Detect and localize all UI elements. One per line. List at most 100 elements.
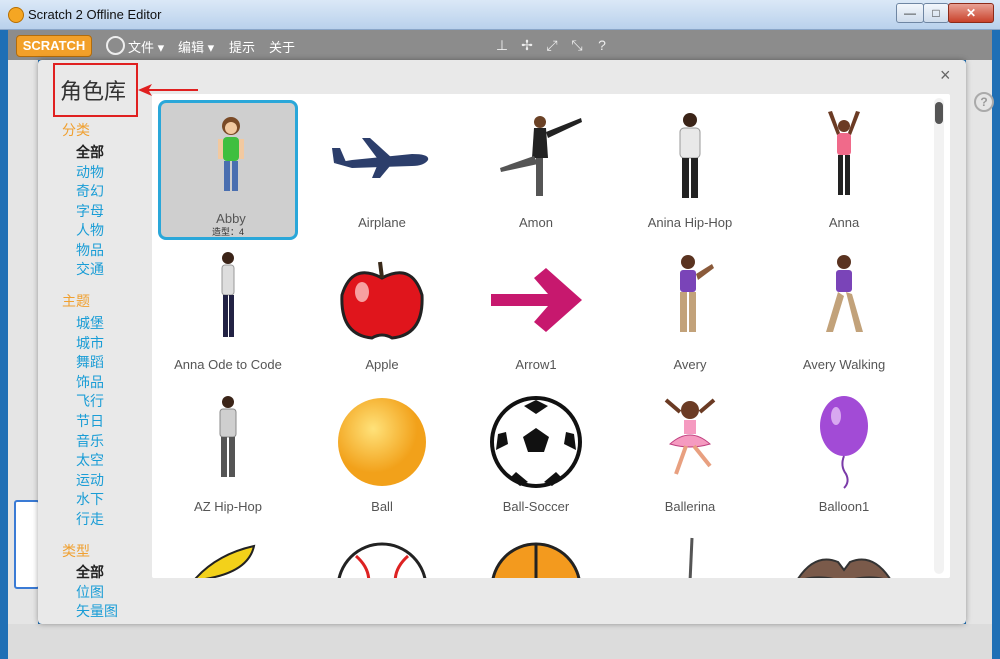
minimize-button[interactable]: — [896,3,924,23]
type-all[interactable]: 全部 [76,562,104,582]
sprite-name: Airplane [358,215,406,230]
sprite-tile-abby[interactable]: Abby 造型：4 [158,100,298,240]
menu-about[interactable]: 关于 [269,37,295,56]
sprite-name: Amon [519,215,553,230]
sprite-name: Ball-Soccer [502,499,570,514]
category-heading: 分类 [62,122,90,138]
sprite-tile-anna-ode-to-code[interactable]: Anna Ode to Code [158,242,298,382]
apple-sprite-image [340,261,424,340]
sprite-tile-airplane[interactable]: Airplane [312,100,452,240]
type-bitmap[interactable]: 位图 [76,582,104,602]
balloon-sprite-image [820,396,868,489]
costume-count: 造型：4 [211,227,244,237]
bananas-sprite-image [194,544,256,578]
close-window-button[interactable]: ✕ [948,3,994,23]
cut-icon[interactable]: ✢ [519,37,535,53]
grow-icon[interactable]: ⤢ [544,37,560,53]
type-vector[interactable]: 矢量图 [76,601,118,621]
scrollbar-thumb[interactable] [935,102,943,124]
sprite-name: Avery Walking [802,357,886,372]
grid-scrollbar[interactable] [934,98,944,574]
theme-dress-up[interactable]: 饰品 [76,372,104,392]
theme-space[interactable]: 太空 [76,450,104,470]
sprite-tile-az-hip-hop[interactable]: AZ Hip-Hop [158,384,298,524]
ballerina-sprite-image [664,398,716,475]
bat-stick-sprite-image [688,537,694,578]
dialog-title: 角色库 [60,79,127,104]
anna-sprite-image [828,111,860,195]
sprite-name: AZ Hip-Hop [194,499,262,514]
bat-sprite-image [797,558,891,578]
sprite-tile-ballerina[interactable]: Ballerina [620,384,760,524]
category-people[interactable]: 人物 [76,220,104,240]
category-all[interactable]: 全部 [76,142,104,162]
sprite-tile-baseball[interactable] [312,526,452,578]
anna-ode-sprite-image [221,252,235,337]
scratch-logo[interactable]: SCRATCH [16,35,92,57]
window-title: Scratch 2 Offline Editor [28,7,162,22]
sprite-thumbnail[interactable] [14,500,40,589]
az-hip-hop-sprite-image [219,396,237,477]
menu-file[interactable]: 文件 ▾ [128,37,164,56]
avery-walking-sprite-image [826,255,863,332]
sprite-name: Anna [828,215,860,230]
sprite-tile-bananas[interactable] [158,526,298,578]
ball-sprite-image [338,398,426,486]
help-icon[interactable]: ? [974,92,994,112]
scratch-menubar: SCRATCH 文件 ▾ 编辑 ▾ 提示 关于 ⊥ ✢ ⤢ ⤡ ? [8,30,992,60]
theme-walking[interactable]: 行走 [76,509,104,529]
theme-flying[interactable]: 飞行 [76,391,104,411]
category-transport[interactable]: 交通 [76,259,104,279]
sprite-name: Apple [365,357,399,372]
sprite-name: Balloon1 [818,499,870,514]
category-things[interactable]: 物品 [76,240,104,260]
globe-icon[interactable] [106,36,125,55]
editor-right-panel [966,60,992,659]
baseball-sprite-image [337,542,427,578]
sprite-tile-amon[interactable]: Amon [466,100,606,240]
category-fantasy[interactable]: 奇幻 [76,181,104,201]
theme-sports[interactable]: 运动 [76,470,104,490]
sprite-name: Anina Hip-Hop [647,215,733,230]
sprite-grid: Abby 造型：4 Airplane Amon Anina Hip-Hop An… [152,94,950,578]
theme-city[interactable]: 城市 [76,333,104,353]
editor-bottom-bar [8,624,992,659]
maximize-button[interactable]: □ [923,3,949,23]
shrink-icon[interactable]: ⤡ [569,37,585,53]
soccer-ball-sprite-image [490,396,582,488]
sprite-tile-ball-soccer[interactable]: Ball-Soccer [466,384,606,524]
arrow1-sprite-image [491,268,582,332]
airplane-sprite-image [332,138,429,178]
sprite-tile-anna[interactable]: Anna [774,100,914,240]
sprite-name: Abby [216,211,246,226]
help-tool-icon[interactable]: ? [594,37,610,53]
theme-music[interactable]: 音乐 [76,431,104,451]
menu-edit[interactable]: 编辑 ▾ [178,37,214,56]
avery-sprite-image [680,255,714,332]
sprite-tile-balloon1[interactable]: Balloon1 [774,384,914,524]
category-animals[interactable]: 动物 [76,162,104,182]
anina-sprite-image [679,113,701,198]
sprite-tile-apple[interactable]: Apple [312,242,452,382]
sprite-tile-ball[interactable]: Ball [312,384,452,524]
sprite-tile-bat2[interactable] [774,526,914,578]
sprite-library-dialog: 角色库 × 分类 全部 动物 奇幻 字母 人物 物品 交通 主题 城堡 城市 舞… [38,60,966,624]
app-icon [8,7,24,23]
sprite-name: Ballerina [664,499,716,514]
sprite-tile-anina-hip-hop[interactable]: Anina Hip-Hop [620,100,760,240]
sprite-tile-avery-walking[interactable]: Avery Walking [774,242,914,382]
stamp-icon[interactable]: ⊥ [494,37,510,53]
category-letters[interactable]: 字母 [76,201,104,221]
theme-holiday[interactable]: 节日 [76,411,104,431]
sprite-tile-arrow1[interactable]: Arrow1 [466,242,606,382]
theme-castle[interactable]: 城堡 [76,313,104,333]
sprite-name: Avery [673,357,707,372]
sprite-tile-bat[interactable] [620,526,760,578]
theme-underwater[interactable]: 水下 [76,489,104,509]
theme-dance[interactable]: 舞蹈 [76,352,104,372]
sprite-tile-basketball[interactable] [466,526,606,578]
basketball-sprite-image [491,542,581,578]
close-dialog-button[interactable]: × [940,65,951,86]
sprite-tile-avery[interactable]: Avery [620,242,760,382]
menu-tips[interactable]: 提示 [229,37,255,56]
